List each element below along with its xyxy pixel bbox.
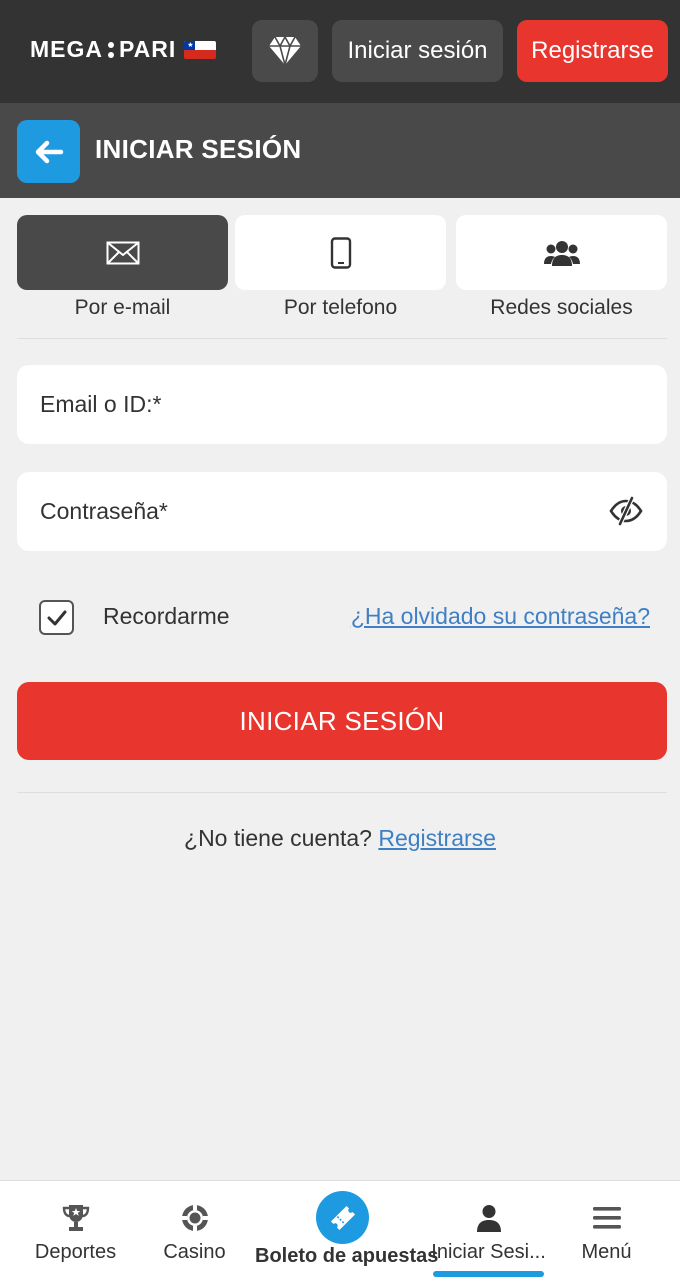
logo-dots bbox=[108, 41, 114, 58]
no-account-text: ¿No tiene cuenta? bbox=[184, 825, 372, 851]
users-icon bbox=[543, 240, 580, 266]
active-tab-indicator bbox=[433, 1271, 544, 1277]
eye-slash-icon[interactable] bbox=[609, 496, 643, 526]
chile-flag-icon: ★ bbox=[184, 40, 217, 59]
email-field-wrapper bbox=[17, 365, 667, 444]
menu-icon bbox=[592, 1207, 621, 1229]
page-header: INICIAR SESIÓN bbox=[0, 103, 680, 198]
nav-item-betslip[interactable] bbox=[316, 1191, 369, 1244]
check-icon bbox=[47, 610, 66, 625]
register-header-button[interactable]: Registrarse bbox=[517, 20, 668, 82]
login-header-button[interactable]: Iniciar sesión bbox=[332, 20, 503, 82]
tab-email-label: Por e-mail bbox=[74, 296, 171, 319]
nav-label-menu: Menú bbox=[581, 1241, 632, 1263]
logo-text-mega: MEGA bbox=[30, 36, 103, 62]
back-button[interactable] bbox=[17, 120, 80, 183]
nav-label-casino: Casino bbox=[163, 1241, 226, 1263]
register-link[interactable]: Registrarse bbox=[378, 825, 496, 851]
diamond-icon bbox=[269, 36, 301, 66]
login-submit-button[interactable]: INICIAR SESIÓN bbox=[17, 682, 667, 760]
nav-label-login: Iniciar Sesi... bbox=[431, 1241, 546, 1263]
phone-icon bbox=[330, 236, 351, 269]
tab-email[interactable] bbox=[17, 215, 228, 290]
divider bbox=[17, 792, 667, 793]
nav-item-casino[interactable]: Casino bbox=[139, 1181, 250, 1280]
tab-phone-label: Por telefono bbox=[283, 296, 398, 319]
user-icon bbox=[476, 1205, 501, 1232]
divider bbox=[17, 338, 667, 339]
tab-social-label: Redes sociales bbox=[490, 296, 633, 319]
nav-label-betslip: Boleto de apuestas bbox=[255, 1245, 439, 1267]
ticket-icon bbox=[330, 1205, 355, 1230]
top-header: MEGA PARI ★ Iniciar sesión Registrarse bbox=[0, 0, 680, 103]
logo-text-pari: PARI bbox=[119, 36, 177, 62]
password-field[interactable] bbox=[17, 472, 667, 551]
tab-social[interactable] bbox=[456, 215, 667, 290]
casino-chip-icon bbox=[181, 1205, 208, 1231]
remember-checkbox[interactable] bbox=[39, 600, 74, 635]
trophy-icon bbox=[62, 1205, 89, 1231]
email-field[interactable] bbox=[17, 365, 667, 444]
nav-item-sports[interactable]: Deportes bbox=[20, 1181, 131, 1280]
bottom-nav: Deportes Casino Boleto de apuestas Inici… bbox=[0, 1180, 680, 1280]
nav-item-login[interactable]: Iniciar Sesi... bbox=[431, 1181, 546, 1280]
envelope-icon bbox=[106, 241, 139, 264]
nav-item-menu[interactable]: Menú bbox=[551, 1181, 662, 1280]
megapari-logo[interactable]: MEGA PARI ★ bbox=[30, 36, 217, 63]
vip-diamond-button[interactable] bbox=[252, 20, 318, 82]
forgot-password-link[interactable]: ¿Ha olvidado su contraseña? bbox=[351, 603, 650, 630]
nav-label-sports: Deportes bbox=[34, 1241, 117, 1263]
page-title: INICIAR SESIÓN bbox=[95, 134, 302, 164]
no-account-row: ¿No tiene cuenta? Registrarse bbox=[0, 825, 680, 852]
arrow-left-icon bbox=[35, 140, 63, 163]
password-field-wrapper bbox=[17, 472, 667, 551]
remember-label[interactable]: Recordarme bbox=[103, 603, 230, 630]
tab-phone[interactable] bbox=[235, 215, 446, 290]
